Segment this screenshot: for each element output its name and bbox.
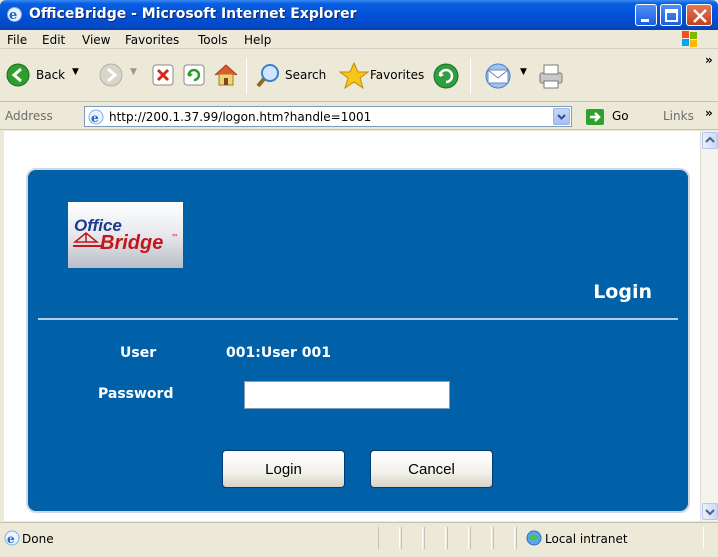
- ie-app-icon: e: [7, 7, 22, 23]
- status-cell: [447, 527, 469, 549]
- scroll-up-button[interactable]: [702, 132, 718, 149]
- svg-text:e: e: [9, 8, 17, 23]
- status-bar: e Done Local intranet: [0, 522, 718, 557]
- go-button[interactable]: Go: [612, 109, 629, 123]
- status-cell: [424, 527, 446, 549]
- links-button[interactable]: Links: [663, 109, 694, 123]
- page-title: Login: [593, 281, 652, 303]
- chevron-up-icon: [705, 136, 715, 143]
- menu-edit[interactable]: Edit: [42, 33, 65, 47]
- chevron-down-icon: [557, 114, 566, 120]
- user-label: User: [120, 345, 157, 361]
- cancel-button[interactable]: Cancel: [370, 450, 493, 488]
- menu-help[interactable]: Help: [244, 33, 271, 47]
- back-arrow-icon[interactable]: [6, 63, 30, 87]
- refresh-icon[interactable]: [183, 64, 205, 86]
- vertical-scrollbar[interactable]: [700, 131, 718, 521]
- divider: [38, 318, 678, 320]
- menu-file[interactable]: File: [7, 33, 27, 47]
- back-dropdown-icon[interactable]: ▼: [72, 67, 79, 77]
- mail-dropdown-icon[interactable]: ▼: [520, 67, 527, 77]
- address-label: Address: [5, 109, 53, 123]
- officebridge-logo: Office Bridge ™: [68, 202, 183, 268]
- ie-page-status-icon: e: [4, 530, 20, 546]
- print-icon[interactable]: [536, 62, 566, 90]
- login-button[interactable]: Login: [222, 450, 345, 488]
- maximize-icon: [665, 9, 678, 22]
- menu-bar: File Edit View Favorites Tools Help: [0, 30, 718, 49]
- security-zone: Local intranet: [545, 532, 628, 546]
- search-button[interactable]: Search: [285, 68, 326, 82]
- standard-toolbar: Back ▼ ▼ Search Favorites ▼ »: [0, 50, 718, 102]
- history-media-icon[interactable]: [432, 62, 460, 90]
- links-more-chevron-icon[interactable]: »: [705, 106, 713, 120]
- search-icon[interactable]: [256, 63, 282, 89]
- menu-view[interactable]: View: [82, 33, 110, 47]
- status-cell: [493, 527, 515, 549]
- address-bar: Address e http://200.1.37.99/logon.htm?h…: [0, 103, 718, 130]
- password-label: Password: [98, 386, 174, 402]
- title-bar[interactable]: e OfficeBridge - Microsoft Internet Expl…: [0, 0, 718, 30]
- svg-text:e: e: [7, 532, 15, 546]
- menu-tools[interactable]: Tools: [198, 33, 228, 47]
- favorites-button[interactable]: Favorites: [370, 68, 424, 82]
- ie-page-icon: e: [88, 109, 104, 125]
- status-cell: [470, 527, 492, 549]
- chevron-down-icon: [705, 509, 715, 516]
- logo-trademark: ™: [171, 233, 179, 242]
- address-field[interactable]: e http://200.1.37.99/logon.htm?handle=10…: [84, 106, 572, 127]
- mail-icon[interactable]: [482, 62, 516, 90]
- local-intranet-icon: [526, 530, 542, 546]
- logo-text-bridge: Bridge: [100, 232, 164, 254]
- address-dropdown-button[interactable]: [553, 108, 570, 125]
- back-button[interactable]: Back: [36, 68, 65, 82]
- web-page-content: Office Bridge ™ Login User 001:User 001 …: [4, 131, 700, 521]
- svg-text:e: e: [91, 111, 99, 125]
- forward-dropdown-icon[interactable]: ▼: [130, 67, 137, 77]
- address-url[interactable]: http://200.1.37.99/logon.htm?handle=1001: [109, 110, 371, 124]
- window-title: OfficeBridge - Microsoft Internet Explor…: [29, 6, 357, 22]
- toolbar-more-chevron-icon[interactable]: »: [705, 53, 713, 67]
- password-input[interactable]: [244, 381, 450, 409]
- close-button[interactable]: [686, 4, 712, 26]
- home-icon[interactable]: [212, 61, 240, 89]
- windows-logo-icon: [682, 31, 697, 47]
- close-icon: [693, 9, 707, 23]
- toolbar-separator: [470, 58, 471, 94]
- favorites-star-icon[interactable]: [339, 61, 369, 89]
- status-cell: [401, 527, 423, 549]
- menu-favorites[interactable]: Favorites: [125, 33, 179, 47]
- status-cell: [378, 527, 400, 549]
- toolbar-separator: [246, 58, 247, 94]
- stop-icon[interactable]: [152, 64, 174, 86]
- minimize-icon: [641, 19, 649, 22]
- user-value: 001:User 001: [226, 345, 332, 361]
- forward-arrow-icon[interactable]: [99, 63, 123, 87]
- maximize-button[interactable]: [660, 4, 682, 26]
- login-panel: Office Bridge ™ Login User 001:User 001 …: [26, 168, 690, 513]
- minimize-button[interactable]: [635, 4, 657, 26]
- status-text: Done: [22, 532, 54, 546]
- go-arrow-icon[interactable]: [586, 109, 604, 125]
- scroll-down-button[interactable]: [702, 503, 718, 520]
